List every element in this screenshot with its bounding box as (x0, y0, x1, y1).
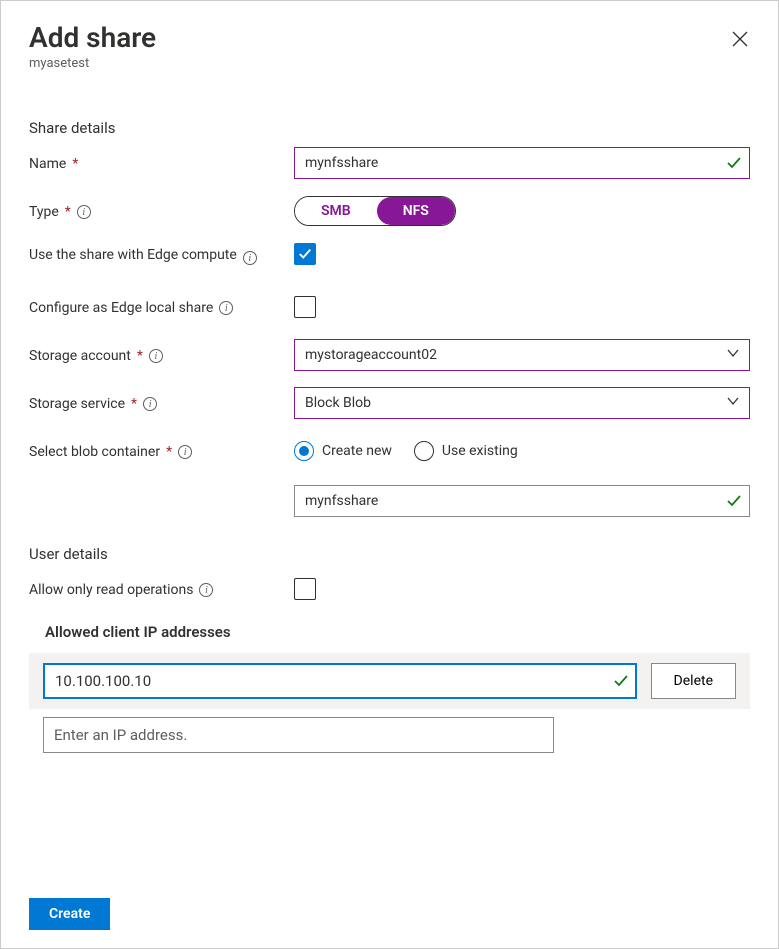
required-indicator: * (72, 156, 78, 172)
type-label: Type (29, 204, 59, 220)
info-icon[interactable]: i (143, 397, 157, 411)
required-indicator: * (131, 396, 137, 412)
required-indicator: * (166, 444, 172, 460)
info-icon[interactable]: i (77, 205, 91, 219)
info-icon[interactable]: i (243, 251, 257, 265)
close-button[interactable] (728, 27, 752, 51)
edge-compute-checkbox[interactable] (294, 243, 316, 265)
radio-icon (294, 441, 314, 461)
info-icon[interactable]: i (178, 445, 192, 459)
radio-use-existing[interactable]: Use existing (414, 441, 518, 461)
storage-account-select[interactable] (294, 339, 750, 371)
name-label: Name (29, 156, 66, 172)
readonly-checkbox[interactable] (294, 578, 316, 600)
page-title: Add share (29, 21, 750, 54)
info-icon[interactable]: i (199, 583, 213, 597)
required-indicator: * (137, 348, 143, 364)
ip-address-input[interactable] (43, 663, 637, 699)
edge-local-label: Configure as Edge local share (29, 300, 213, 316)
readonly-label: Allow only read operations (29, 582, 193, 598)
edge-compute-label: Use the share with Edge compute (29, 247, 237, 263)
required-indicator: * (65, 204, 71, 220)
share-details-heading: Share details (29, 119, 750, 137)
radio-icon (414, 441, 434, 461)
allowed-ip-heading: Allowed client IP addresses (29, 623, 750, 641)
create-button[interactable]: Create (29, 898, 110, 930)
share-name-input[interactable] (294, 147, 750, 179)
storage-account-label: Storage account (29, 348, 131, 364)
radio-create-new[interactable]: Create new (294, 441, 392, 461)
breadcrumb-subtitle: myasetest (29, 56, 750, 71)
container-label: Select blob container (29, 444, 160, 460)
edge-local-checkbox[interactable] (294, 296, 316, 318)
type-option-smb[interactable]: SMB (295, 197, 377, 225)
radio-create-new-label: Create new (322, 443, 392, 459)
storage-service-select[interactable] (294, 387, 750, 419)
ip-address-new-input[interactable] (43, 717, 554, 753)
type-option-nfs[interactable]: NFS (377, 197, 455, 225)
radio-use-existing-label: Use existing (442, 443, 518, 459)
storage-service-label: Storage service (29, 396, 125, 412)
type-toggle: SMB NFS (294, 196, 456, 226)
close-icon (732, 31, 748, 47)
container-name-input[interactable] (294, 485, 750, 517)
info-icon[interactable]: i (149, 349, 163, 363)
info-icon[interactable]: i (219, 301, 233, 315)
delete-ip-button[interactable]: Delete (651, 663, 736, 699)
user-details-heading: User details (29, 545, 750, 563)
